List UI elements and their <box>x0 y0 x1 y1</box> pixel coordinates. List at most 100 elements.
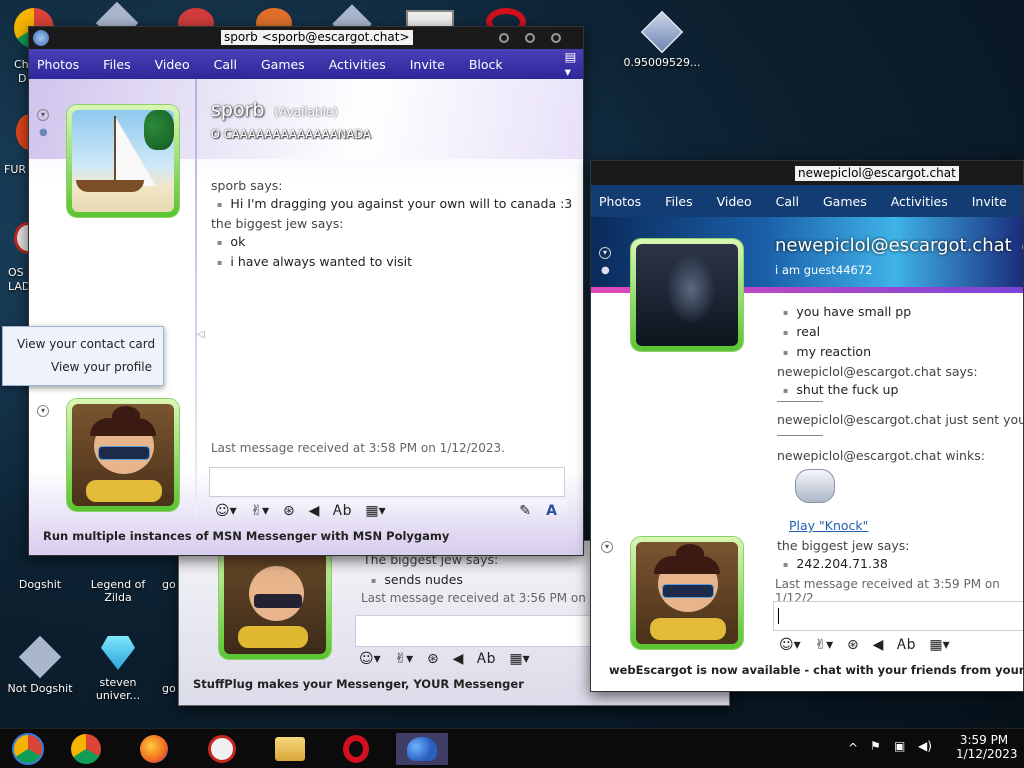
menu-options-icon[interactable]: ▤ ▾ <box>565 49 583 79</box>
clock[interactable]: 3:59 PM 1/12/2023 <box>956 733 1018 761</box>
maximize-button[interactable] <box>525 33 535 43</box>
menu-games[interactable]: Games <box>261 57 305 72</box>
background-icon[interactable]: ▦▾ <box>365 503 385 519</box>
menu-activities[interactable]: Activities <box>891 194 948 209</box>
nudge-icon[interactable]: ⊛ <box>283 503 295 519</box>
font-icon[interactable]: Ꭺb <box>333 503 351 519</box>
message-input[interactable] <box>773 601 1023 631</box>
partial-label: Ch <box>14 58 29 71</box>
emoticon-icon[interactable]: ☺▾ <box>215 503 237 519</box>
play-wink-link[interactable]: Play "Knock" <box>789 518 868 533</box>
desktop-icon-label: steven univer... <box>95 676 141 702</box>
collapse-icon[interactable]: ▾ <box>37 109 49 121</box>
footer-ad[interactable]: webEscargot is now available - chat with… <box>591 657 1023 683</box>
input-toolbar-back: ☺▾ ✌▾ ⊛ ◀ Ꭺb ▦▾ <box>359 651 540 667</box>
avatar-image <box>72 404 174 506</box>
message-list: you have small pp real my reaction newep… <box>777 303 978 401</box>
text-cursor <box>778 608 779 624</box>
menu-block[interactable]: Block <box>469 57 503 72</box>
window-title: sporb <sporb@escargot.chat> <box>221 30 413 45</box>
divider <box>195 79 197 519</box>
desktop-icon-not-dogshit[interactable]: Not Dogshit <box>0 635 80 695</box>
collapse-icon[interactable]: ▾ <box>601 541 613 553</box>
background-icon[interactable]: ▦▾ <box>929 637 949 653</box>
partial-label: FUR <box>4 163 27 176</box>
message-input[interactable] <box>209 467 565 497</box>
avatar-image <box>224 546 326 654</box>
taskbar-opera[interactable] <box>334 733 378 765</box>
chat-window-sporb[interactable]: sporb <sporb@escargot.chat> Photos Files… <box>28 26 584 556</box>
avatar-image <box>636 244 738 346</box>
desktop-icon-file[interactable]: 0.95009529... <box>622 10 702 69</box>
tray-expand-icon[interactable]: ^ <box>848 741 858 755</box>
desktop-icon-label: Legend of Zilda <box>90 578 146 604</box>
font-icon[interactable]: Ꭺb <box>897 637 915 653</box>
diamond-icon <box>18 635 62 679</box>
menu-photos[interactable]: Photos <box>599 194 641 209</box>
message-line: ok <box>211 233 572 253</box>
emoticon-icon[interactable]: ☺▾ <box>359 651 381 667</box>
voice-icon[interactable]: ◀ <box>309 503 320 519</box>
handwriting-icon[interactable]: ✎ <box>519 503 531 519</box>
taskbar-messenger[interactable] <box>396 733 448 765</box>
background-icon[interactable]: ▦▾ <box>509 651 529 667</box>
collapse-icon[interactable]: ▾ <box>599 247 611 259</box>
separator <box>777 435 823 436</box>
message-line: real <box>777 323 978 343</box>
wink-icon[interactable]: ✌▾ <box>250 503 269 519</box>
contact-avatar[interactable] <box>67 105 179 217</box>
minimize-button[interactable] <box>499 33 509 43</box>
user-avatar[interactable] <box>67 399 179 511</box>
user-avatar[interactable] <box>631 537 743 649</box>
font-icon[interactable]: Ꭺb <box>477 651 495 667</box>
taskbar-firefox[interactable] <box>132 733 176 765</box>
start-button[interactable] <box>6 733 50 765</box>
wink-icon[interactable]: ✌▾ <box>394 651 413 667</box>
menu-video[interactable]: Video <box>717 194 752 209</box>
title-bar[interactable]: sporb <sporb@escargot.chat> <box>29 27 583 49</box>
voice-icon[interactable]: ◀ <box>873 637 884 653</box>
title-bar[interactable]: newepiclol@escargot.chat <box>591 161 1023 185</box>
emoticon-icon[interactable]: ☺▾ <box>779 637 801 653</box>
taskbar-chrome[interactable] <box>64 733 108 765</box>
desktop-icon-label: 0.95009529... <box>623 56 701 69</box>
voice-icon[interactable]: ◀ <box>453 651 464 667</box>
contact-avatar[interactable] <box>631 239 743 351</box>
folder-icon <box>275 737 305 761</box>
menu-invite[interactable]: Invite <box>972 194 1007 209</box>
message-line: my reaction <box>777 343 978 363</box>
menu-files[interactable]: Files <box>103 57 130 72</box>
menu-video[interactable]: Video <box>155 57 190 72</box>
desktop-icon-legend-of-zilda[interactable]: Legend of Zilda <box>78 578 158 604</box>
context-popup: View your contact card View your profile <box>2 326 164 386</box>
start-icon <box>12 733 44 765</box>
chat-window-newepiclol[interactable]: newepiclol@escargot.chat Photos Files Vi… <box>590 160 1024 692</box>
nudge-icon[interactable]: ⊛ <box>847 637 859 653</box>
collapse-icon[interactable]: ▾ <box>37 405 49 417</box>
menu-photos[interactable]: Photos <box>37 57 79 72</box>
text-mode-icon[interactable]: A <box>546 503 557 519</box>
desktop-icon-dogshit[interactable]: Dogshit <box>0 578 80 591</box>
personal-message: O CAAAAAAAAAAAAANADA <box>211 127 371 141</box>
flag-icon[interactable]: ⚑ <box>870 739 881 753</box>
menu-call[interactable]: Call <box>214 57 237 72</box>
wink-icon[interactable]: ✌▾ <box>814 637 833 653</box>
view-profile-link[interactable]: View your profile <box>51 360 152 374</box>
menu-activities[interactable]: Activities <box>329 57 386 72</box>
taskbar-app[interactable] <box>200 733 244 765</box>
close-button[interactable] <box>551 33 561 43</box>
expand-arrow-icon[interactable]: ◁ <box>197 329 205 340</box>
footer-ad[interactable]: Run multiple instances of MSN Messenger … <box>29 523 583 549</box>
menu-games[interactable]: Games <box>823 194 867 209</box>
menu-bar: Photos Files Video Call Games Activities… <box>29 49 583 79</box>
view-contact-card-link[interactable]: View your contact card <box>17 337 155 351</box>
desktop-icon-steven-universe[interactable]: steven univer... <box>78 636 158 702</box>
nudge-icon[interactable]: ⊛ <box>427 651 439 667</box>
volume-icon[interactable]: ◀) <box>918 739 932 753</box>
menu-call[interactable]: Call <box>776 194 799 209</box>
menu-invite[interactable]: Invite <box>410 57 445 72</box>
taskbar-explorer[interactable] <box>268 733 312 765</box>
network-icon[interactable]: ▣ <box>894 739 905 753</box>
menu-files[interactable]: Files <box>665 194 692 209</box>
contact-header: newepiclol@escargot.chat (A <box>775 235 1023 256</box>
